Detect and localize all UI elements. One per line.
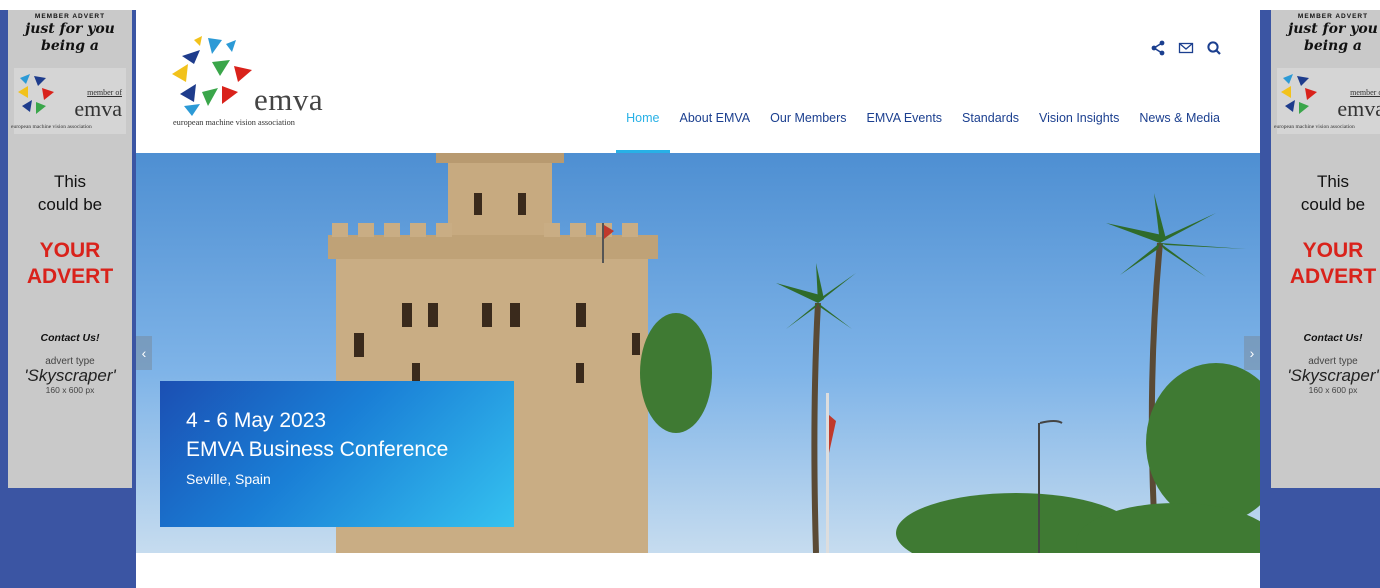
ad-size-label: 160 x 600 px	[1308, 385, 1358, 395]
hero-slider[interactable]: ‹ › 4 - 6 May 2023 EMVA Business Confere…	[136, 153, 1260, 553]
nav-standards[interactable]: Standards	[952, 103, 1029, 153]
emva-star-icon	[18, 74, 54, 114]
ad-emva-word: emva	[1337, 96, 1380, 121]
event-date: 4 - 6 May 2023	[186, 409, 327, 432]
event-location: Seville, Spain	[186, 471, 271, 487]
ad-script-line-1: just for you	[1288, 21, 1378, 37]
ad-your: YOUR	[39, 239, 101, 262]
logo-tagline: european machine vision association	[173, 118, 295, 127]
ad-size-label: 160 x 600 px	[45, 385, 95, 395]
share-icon[interactable]	[1150, 40, 1166, 56]
nav-vision-insights[interactable]: Vision Insights	[1029, 103, 1129, 153]
ad-skyscraper-label: 'Skyscraper'	[1287, 366, 1379, 385]
nav-news-media[interactable]: News & Media	[1129, 103, 1230, 153]
ad-script-line-2: being a	[41, 38, 99, 54]
ad-header: MEMBER ADVERT	[34, 13, 106, 20]
event-title: EMVA Business Conference	[186, 438, 449, 461]
ad-script-line-2: being a	[1304, 38, 1362, 54]
main-page: emva european machine vision association…	[136, 0, 1260, 588]
slider-prev-arrow[interactable]: ‹	[136, 336, 152, 370]
hero-caption[interactable]: 4 - 6 May 2023 EMVA Business Conference …	[160, 381, 514, 527]
ad-could-be: could be	[37, 195, 103, 214]
ad-this: This	[1316, 172, 1350, 191]
ad-tagline: european machine vision association	[11, 124, 92, 130]
ad-tagline: european machine vision association	[1274, 124, 1355, 130]
emva-logo-star-icon	[172, 36, 252, 116]
slider-next-arrow[interactable]: ›	[1244, 336, 1260, 370]
ad-emva-logo: member of emva european machine vision a…	[1274, 68, 1380, 134]
nav-our-members[interactable]: Our Members	[760, 103, 856, 153]
nav-emva-events[interactable]: EMVA Events	[857, 103, 953, 153]
nav-home[interactable]: Home	[616, 103, 670, 153]
nav-about-emva[interactable]: About EMVA	[670, 103, 761, 153]
ad-advert: ADVERT	[26, 265, 114, 288]
ad-contact-link[interactable]: Contact Us!	[1271, 332, 1380, 344]
ad-script-line-1: just for you	[25, 21, 115, 37]
logo-wordmark: emva	[254, 82, 324, 117]
left-skyscraper-advert[interactable]: MEMBER ADVERT just for you being a membe…	[8, 10, 132, 488]
right-skyscraper-advert[interactable]: MEMBER ADVERT just for you being a membe…	[1271, 10, 1380, 488]
search-icon[interactable]	[1206, 40, 1222, 56]
ad-emva-word: emva	[74, 96, 122, 121]
ad-could-be: could be	[1300, 195, 1366, 214]
ad-skyscraper-label: 'Skyscraper'	[24, 366, 116, 385]
ad-emva-logo: member of emva european machine vision a…	[11, 68, 126, 134]
main-navigation: Home About EMVA Our Members EMVA Events …	[616, 103, 1230, 153]
header-icons	[1150, 40, 1222, 56]
emva-logo[interactable]: emva european machine vision association	[172, 36, 372, 132]
ad-advert: ADVERT	[1289, 265, 1377, 288]
emva-star-icon	[1281, 74, 1317, 114]
ad-header: MEMBER ADVERT	[1297, 13, 1369, 20]
mail-icon[interactable]	[1178, 40, 1194, 56]
ad-your: YOUR	[1302, 239, 1364, 262]
ad-contact-link[interactable]: Contact Us!	[8, 332, 132, 344]
ad-this: This	[53, 172, 87, 191]
